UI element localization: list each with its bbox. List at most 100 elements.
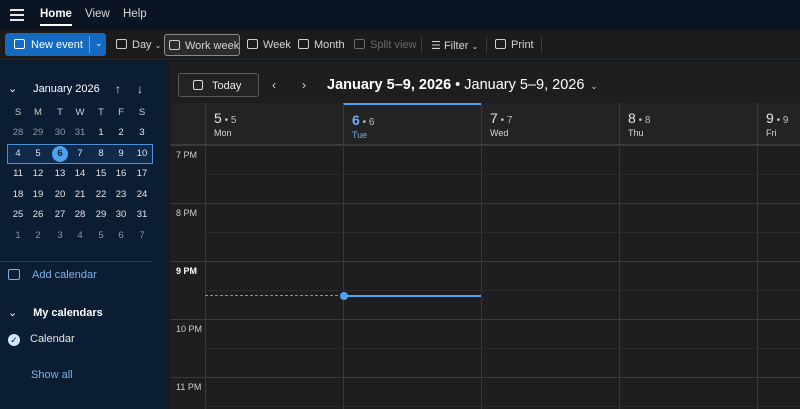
tab-view[interactable]: View: [85, 8, 110, 20]
mini-calendar-day[interactable]: 17: [132, 165, 152, 182]
time-label: 7 PM: [176, 150, 198, 160]
month-view-button[interactable]: Month: [294, 34, 346, 56]
next-month-arrow-icon[interactable]: ↓: [137, 82, 143, 96]
mini-calendar-day[interactable]: 1: [8, 227, 28, 244]
chevron-down-icon[interactable]: ⌄: [8, 306, 22, 319]
print-button[interactable]: Print: [491, 34, 537, 56]
current-time-line: [343, 295, 481, 297]
mini-calendar-day[interactable]: 29: [28, 124, 48, 141]
mini-calendar-day[interactable]: 4: [70, 227, 90, 244]
time-grid[interactable]: 7 PM 8 PM 9 PM 10 PM 11 PM: [170, 145, 800, 409]
date-range-secondary: • January 5–9, 2026: [451, 77, 585, 93]
printer-icon: [495, 39, 506, 49]
mini-calendar-day[interactable]: 24: [132, 186, 152, 203]
mini-calendar-day[interactable]: 14: [70, 165, 90, 182]
mini-calendar-day[interactable]: 3: [132, 124, 152, 141]
mini-calendar-day[interactable]: 21: [70, 186, 90, 203]
new-event-button[interactable]: New event ⌄: [5, 33, 106, 56]
chevron-down-icon[interactable]: ⌄: [95, 38, 103, 49]
mini-calendar-day[interactable]: 28: [70, 206, 90, 223]
day-column-mon[interactable]: [205, 145, 206, 409]
filter-button[interactable]: ☰ Filter ⌄: [427, 34, 481, 56]
tab-home[interactable]: Home: [40, 8, 72, 26]
today-button[interactable]: Today: [178, 73, 259, 97]
tab-help[interactable]: Help: [123, 8, 147, 20]
mini-calendar-day[interactable]: 5: [91, 227, 111, 244]
mini-calendar-day[interactable]: 25: [8, 206, 28, 223]
mini-calendar-today[interactable]: 6: [52, 146, 68, 162]
mini-calendar-day[interactable]: 15: [91, 165, 111, 182]
mini-calendar-day[interactable]: 31: [70, 124, 90, 141]
mini-calendar-day[interactable]: 11: [8, 165, 28, 182]
mini-calendar-day[interactable]: 4: [8, 145, 28, 162]
mini-calendar-day[interactable]: 31: [132, 206, 152, 223]
mini-calendar-day[interactable]: 12: [28, 165, 48, 182]
mini-calendar-day[interactable]: 6: [111, 227, 131, 244]
day-column-fri[interactable]: [757, 145, 758, 409]
day-header-wed[interactable]: 7 • 7 Wed: [481, 103, 619, 145]
mini-calendar-day[interactable]: 28: [8, 124, 28, 141]
mini-calendar-day[interactable]: 26: [28, 206, 48, 223]
my-calendars-group[interactable]: ⌄ My calendars: [8, 306, 103, 319]
mini-calendar-day[interactable]: 3: [50, 227, 70, 244]
mini-calendar-day[interactable]: 5: [28, 145, 48, 162]
mini-calendar-day[interactable]: 19: [28, 186, 48, 203]
time-label-current: 9 PM: [176, 266, 198, 276]
mini-calendar-day[interactable]: 2: [111, 124, 131, 141]
mini-calendar-header[interactable]: ⌄ January 2026: [8, 82, 100, 95]
day-column-tue[interactable]: [343, 145, 344, 409]
mini-calendar-day[interactable]: 30: [50, 124, 70, 141]
week-label: Week: [263, 39, 291, 51]
mini-calendar-day[interactable]: 1: [91, 124, 111, 141]
new-event-label: New event: [31, 39, 83, 51]
day-number: 9 • 9: [766, 110, 789, 126]
day-name: Fri: [766, 128, 777, 138]
mini-calendar-day[interactable]: 22: [91, 186, 111, 203]
calendar-surface: Today ‹ › January 5–9, 2026 • January 5–…: [170, 61, 800, 409]
day-view-button[interactable]: Day ⌄: [112, 34, 162, 56]
week-view-button[interactable]: Week: [243, 34, 291, 56]
calendar-item[interactable]: ✓ Calendar: [8, 333, 75, 346]
mini-calendar-day[interactable]: 27: [50, 206, 70, 223]
menu-icon[interactable]: [10, 9, 24, 21]
calendar-today-icon: [193, 80, 203, 90]
date-range-title: January 5–9, 2026: [327, 77, 452, 93]
mini-calendar-day[interactable]: 10: [132, 145, 152, 162]
show-all-link[interactable]: Show all: [31, 369, 73, 381]
mini-calendar-day[interactable]: 20: [50, 186, 70, 203]
split-view-button[interactable]: Split view: [350, 34, 416, 56]
previous-month-arrow-icon[interactable]: ↑: [115, 82, 121, 96]
my-calendars-label: My calendars: [33, 307, 103, 319]
mini-calendar-day[interactable]: 23: [111, 186, 131, 203]
hour-line: [170, 145, 800, 146]
mini-calendar-day[interactable]: 2: [28, 227, 48, 244]
date-range-picker[interactable]: January 5–9, 2026 • January 5–9, 2026 ⌄: [327, 77, 598, 93]
day-view-icon: [116, 39, 127, 49]
mini-calendar-day[interactable]: 29: [91, 206, 111, 223]
day-header-fri[interactable]: 9 • 9 Fri: [757, 103, 800, 145]
day-header-thu[interactable]: 8 • 8 Thu: [619, 103, 757, 145]
previous-arrow-icon[interactable]: ‹: [272, 78, 276, 92]
work-week-view-button[interactable]: Work week: [164, 34, 240, 56]
day-column-thu[interactable]: [619, 145, 620, 409]
mini-calendar-day[interactable]: 7: [70, 145, 90, 162]
mini-calendar-day[interactable]: 18: [8, 186, 28, 203]
day-name: Thu: [628, 128, 644, 138]
chevron-down-icon[interactable]: ⌄: [8, 82, 22, 95]
mini-calendar-day[interactable]: 9: [111, 145, 131, 162]
add-calendar-link[interactable]: Add calendar: [8, 269, 97, 281]
checkmark-icon[interactable]: ✓: [8, 334, 20, 346]
month-label: Month: [314, 39, 345, 51]
mini-calendar-day[interactable]: 16: [111, 165, 131, 182]
day-column-wed[interactable]: [481, 145, 482, 409]
split-divider: [89, 36, 90, 53]
mini-calendar-day[interactable]: 13: [50, 165, 70, 182]
day-header-mon[interactable]: 5 • 5 Mon: [205, 103, 343, 145]
mini-calendar-day[interactable]: 30: [111, 206, 131, 223]
mini-calendar-day[interactable]: 7: [132, 227, 152, 244]
mini-calendar-day[interactable]: 8: [91, 145, 111, 162]
work-week-icon: [169, 40, 180, 50]
day-header-tue[interactable]: 6 • 6 Tue: [343, 103, 481, 145]
next-arrow-icon[interactable]: ›: [302, 78, 306, 92]
half-hour-line: [205, 232, 800, 233]
